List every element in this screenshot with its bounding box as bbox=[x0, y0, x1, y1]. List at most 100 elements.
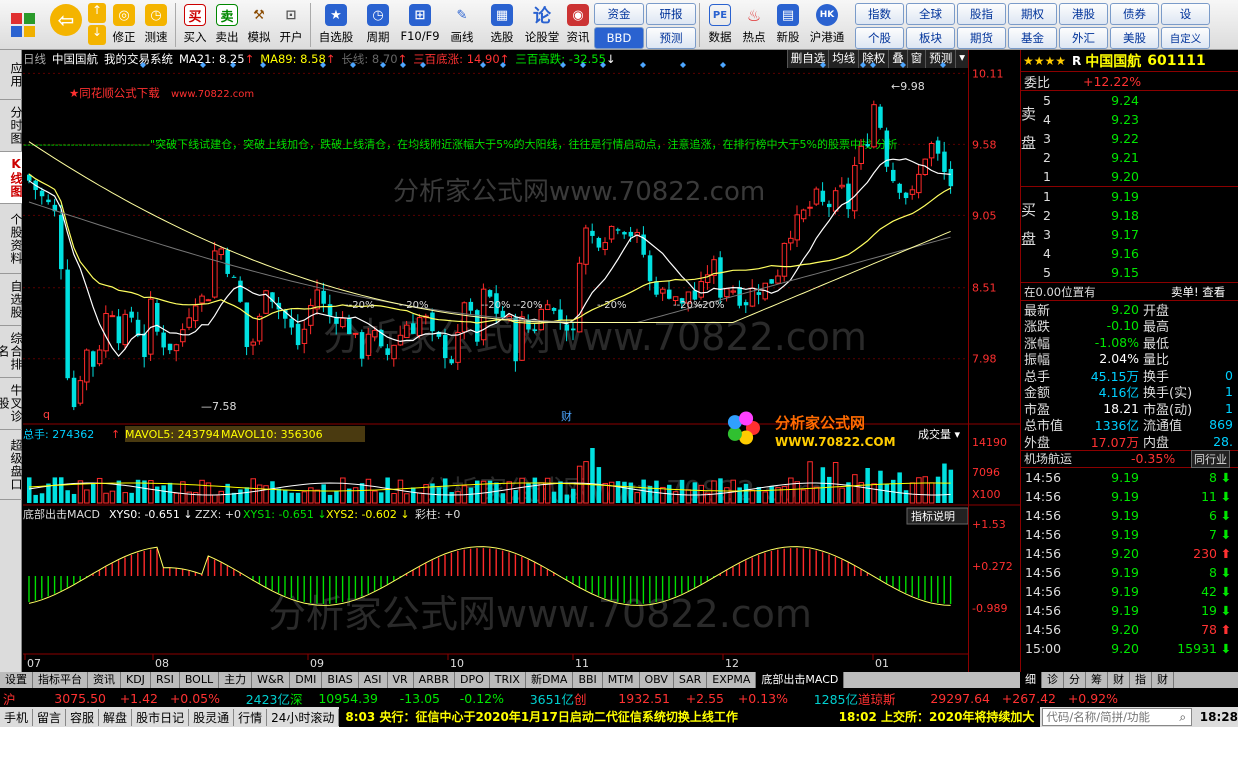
simulate-button[interactable]: ⚒ 模拟 bbox=[243, 0, 275, 50]
fix-button[interactable]: ◎ 修正 bbox=[108, 0, 140, 50]
left-tab-7[interactable]: 超级盘口 bbox=[0, 430, 23, 500]
indicator-tab-11[interactable]: VR bbox=[388, 672, 414, 688]
stock-picker-button[interactable]: ▦ 选股 bbox=[482, 0, 522, 50]
options-button[interactable]: 期权 bbox=[1008, 3, 1057, 25]
hk-stock-button[interactable]: 港股 bbox=[1059, 3, 1108, 25]
research-button[interactable]: 研报 bbox=[646, 3, 696, 25]
news-nav-item-1[interactable]: 留言 bbox=[33, 708, 67, 726]
buy-button[interactable]: 买 买入 bbox=[179, 0, 211, 50]
indicator-tab-15[interactable]: 新DMA bbox=[526, 672, 574, 688]
app-logo[interactable] bbox=[0, 0, 46, 50]
order-row[interactable]: 2 9.21 bbox=[1021, 148, 1238, 167]
indicator-tab-19[interactable]: SAR bbox=[674, 672, 708, 688]
bbd-button[interactable]: BBD bbox=[594, 27, 644, 49]
news-ticker-2[interactable]: 18:02 上交所：2020年将持续加大 bbox=[834, 707, 1041, 727]
f10-button[interactable]: ⊞ F10/F9 bbox=[398, 0, 442, 50]
indicator-tab-4[interactable]: RSI bbox=[151, 672, 180, 688]
data-button[interactable]: PE 数据 bbox=[703, 0, 737, 50]
watchlist-button[interactable]: ★ 自选股 bbox=[314, 0, 358, 50]
left-tab-2[interactable]: K线图 bbox=[0, 152, 23, 204]
forecast-button[interactable]: 预测 bbox=[646, 27, 696, 49]
fund-button[interactable]: 基金 bbox=[1008, 27, 1057, 49]
customize-button[interactable]: 自定义 bbox=[1161, 27, 1210, 49]
indicator-tab-3[interactable]: KDJ bbox=[121, 672, 151, 688]
sz-label[interactable]: 深 bbox=[290, 689, 306, 707]
sector-button[interactable]: 板块 bbox=[906, 27, 955, 49]
sell-button[interactable]: 卖 卖出 bbox=[211, 0, 243, 50]
indicator-tab-9[interactable]: BIAS bbox=[322, 672, 359, 688]
indicator-tab-18[interactable]: OBV bbox=[640, 672, 674, 688]
hotspot-button[interactable]: ♨ 热点 bbox=[737, 0, 771, 50]
down-arrow-icon[interactable]: ↓ bbox=[88, 25, 106, 45]
indicator-tab-5[interactable]: BOLL bbox=[180, 672, 220, 688]
news-nav-item-7[interactable]: 24小时滚动 bbox=[267, 708, 340, 726]
news-nav-item-5[interactable]: 股灵通 bbox=[189, 708, 235, 726]
capital-button[interactable]: 资金 bbox=[594, 3, 644, 25]
kline-chart-panel[interactable]: 日线 中国国航 我的交易系统 MA21: 8.25 ↑ MA89: 8.58 ↑ 长… bbox=[23, 50, 968, 672]
order-row[interactable]: 5 9.24 bbox=[1021, 91, 1238, 110]
global-button[interactable]: 全球 bbox=[906, 3, 955, 25]
order-row[interactable]: 4 9.16 bbox=[1021, 244, 1238, 263]
indicator-tab-20[interactable]: EXPMA bbox=[707, 672, 757, 688]
indicator-tab-6[interactable]: 主力 bbox=[219, 672, 253, 688]
sell-order-link[interactable]: 卖单! 查看 bbox=[1171, 284, 1225, 300]
news-nav-item-6[interactable]: 行情 bbox=[234, 708, 268, 726]
single-stock-button[interactable]: 个股 bbox=[855, 27, 904, 49]
index-button[interactable]: 指数 bbox=[855, 3, 904, 25]
indicator-tab-7[interactable]: W&R bbox=[252, 672, 291, 688]
up-arrow-icon[interactable]: ↑ bbox=[88, 3, 106, 23]
indicator-tab-8[interactable]: DMI bbox=[290, 672, 323, 688]
new-stock-button[interactable]: ▤ 新股 bbox=[771, 0, 805, 50]
left-tab-6[interactable]: 牛叉诊股 bbox=[0, 378, 23, 430]
quote-tab-3[interactable]: 筹 bbox=[1086, 672, 1108, 688]
order-row[interactable]: 3 9.22 bbox=[1021, 129, 1238, 148]
indicator-tab-10[interactable]: ASI bbox=[359, 672, 388, 688]
indicator-tab-2[interactable]: 资讯 bbox=[88, 672, 121, 688]
same-industry-button[interactable]: 同行业 bbox=[1191, 449, 1230, 468]
quote-tab-0[interactable]: 细 bbox=[1020, 672, 1042, 688]
indicator-tab-1[interactable]: 指标平台 bbox=[33, 672, 88, 688]
search-icon[interactable]: ⌕ bbox=[1179, 710, 1186, 725]
quote-tab-1[interactable]: 诊 bbox=[1042, 672, 1064, 688]
indicator-tab-13[interactable]: DPO bbox=[455, 672, 490, 688]
stock-index-button[interactable]: 股指 bbox=[957, 3, 1006, 25]
search-input[interactable] bbox=[1043, 710, 1180, 724]
settings-chip[interactable]: 设 bbox=[1161, 3, 1210, 25]
news-nav-item-3[interactable]: 解盘 bbox=[99, 708, 133, 726]
hk-connect-button[interactable]: HK 沪港通 bbox=[805, 0, 849, 50]
news-button[interactable]: ◉ 资讯 bbox=[562, 0, 594, 50]
indicator-tab-17[interactable]: MTM bbox=[603, 672, 640, 688]
left-tab-5[interactable]: 综合排名 bbox=[0, 326, 23, 378]
dj-label[interactable]: 道琼斯 bbox=[858, 689, 908, 707]
period-button[interactable]: ◷ 周期 bbox=[358, 0, 398, 50]
news-nav-item-2[interactable]: 容服 bbox=[66, 708, 100, 726]
order-row[interactable]: 3 9.17 bbox=[1021, 225, 1238, 244]
left-tab-0[interactable]: 应用 bbox=[0, 50, 23, 100]
bond-button[interactable]: 债券 bbox=[1110, 3, 1159, 25]
left-tab-3[interactable]: 个股资料 bbox=[0, 204, 23, 274]
news-nav-item-0[interactable]: 手机 bbox=[0, 708, 34, 726]
left-tab-4[interactable]: 自选股 bbox=[0, 274, 23, 326]
sh-label[interactable]: 沪 bbox=[0, 689, 22, 707]
indicator-tab-16[interactable]: BBI bbox=[573, 672, 603, 688]
us-stock-button[interactable]: 美股 bbox=[1110, 27, 1159, 49]
sector-name[interactable]: 机场航运 bbox=[1021, 450, 1131, 467]
indicator-tab-12[interactable]: ARBR bbox=[414, 672, 456, 688]
order-row[interactable]: 1 9.20 bbox=[1021, 167, 1238, 186]
indicator-tab-14[interactable]: TRIX bbox=[490, 672, 526, 688]
indicator-tab-0[interactable]: 设置 bbox=[0, 672, 33, 688]
speed-test-button[interactable]: ◷ 测速 bbox=[140, 0, 172, 50]
news-ticker-1[interactable]: 8:03 央行：征信中心于2020年1月17日启动二代征信系统切换上线工作 bbox=[339, 707, 835, 727]
quote-tab-6[interactable]: 财 bbox=[1152, 672, 1174, 688]
quote-tab-4[interactable]: 财 bbox=[1108, 672, 1130, 688]
indicator-tab-21[interactable]: 底部出击MACD bbox=[756, 672, 845, 688]
forum-button[interactable]: 论 论股堂 bbox=[522, 0, 562, 50]
cy-label[interactable]: 创 bbox=[574, 689, 590, 707]
order-row[interactable]: 4 9.23 bbox=[1021, 110, 1238, 129]
open-account-button[interactable]: ⊡ 开户 bbox=[275, 0, 307, 50]
quote-tab-5[interactable]: 指 bbox=[1130, 672, 1152, 688]
draw-line-button[interactable]: ✎ 画线 bbox=[442, 0, 482, 50]
order-row[interactable]: 2 9.18 bbox=[1021, 206, 1238, 225]
order-row[interactable]: 1 9.19 bbox=[1021, 187, 1238, 206]
left-tab-1[interactable]: 分时图 bbox=[0, 100, 23, 152]
